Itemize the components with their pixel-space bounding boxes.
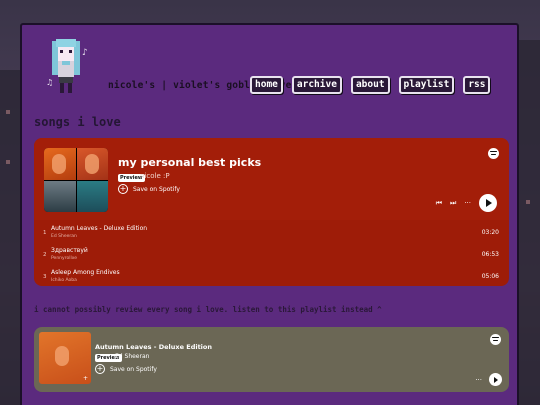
section-heading: songs i love: [34, 115, 121, 129]
track-name: Asleep Among Endives: [51, 269, 120, 276]
background-window: [6, 160, 10, 164]
cover-tile: [44, 148, 76, 180]
track-artist: Ed Sheeran: [51, 234, 77, 239]
track-title[interactable]: Autumn Leaves - Deluxe Edition: [95, 343, 212, 351]
more-options-button[interactable]: ···: [475, 376, 482, 384]
save-on-spotify-button[interactable]: + Save on Spotify: [95, 364, 157, 374]
playlist-cover-art[interactable]: [44, 148, 108, 212]
play-button[interactable]: [479, 194, 497, 212]
background-window: [6, 110, 10, 114]
nav-about[interactable]: about: [350, 76, 390, 94]
save-label: Save on Spotify: [110, 365, 157, 373]
playback-controls: ···: [475, 373, 502, 386]
spotify-track-embed: + Autumn Leaves - Deluxe Edition Preview…: [34, 327, 509, 392]
nav-playlist[interactable]: playlist: [398, 76, 455, 94]
track-row[interactable]: 1 Autumn Leaves - Deluxe Edition Ed Shee…: [34, 222, 509, 244]
track-artist: Pennyrollxe: [51, 256, 77, 261]
track-name: Здравствуй: [51, 247, 88, 254]
previous-track-icon[interactable]: ⏮: [436, 199, 442, 208]
playlist-owner[interactable]: nicole :P: [140, 172, 170, 180]
spotify-logo-icon[interactable]: [490, 334, 501, 345]
save-label: Save on Spotify: [133, 185, 180, 193]
nav-archive[interactable]: archive: [291, 76, 342, 94]
svg-text:♫: ♫: [46, 78, 53, 87]
cover-tile: [44, 180, 76, 212]
add-icon: +: [95, 364, 105, 374]
play-button[interactable]: [489, 373, 502, 386]
nav-rss[interactable]: rss: [463, 76, 491, 94]
cover-mark: +: [82, 375, 88, 382]
cover-tile: [76, 180, 108, 212]
svg-text:♪: ♪: [82, 48, 88, 58]
background-building: [0, 70, 20, 405]
add-icon: +: [118, 184, 128, 194]
playlist-title[interactable]: my personal best picks: [118, 156, 261, 169]
save-on-spotify-button[interactable]: + Save on Spotify: [118, 184, 180, 194]
review-note: i cannot possibly review every song i lo…: [34, 305, 382, 314]
track-duration: 05:06: [481, 273, 499, 280]
spotify-playlist-embed: my personal best picks Preview nicole :P…: [34, 138, 509, 286]
main-panel: ♪ ♫ nicole's | violet's goblin cove home…: [20, 23, 519, 405]
background-window: [526, 200, 530, 204]
track-artist[interactable]: Ed Sheeran: [115, 353, 149, 360]
track-row[interactable]: 2 Здравствуй Pennyrollxe 06:53: [34, 244, 509, 266]
cover-tile: [76, 148, 108, 180]
playback-controls: ⏮ ⏭ ···: [436, 194, 497, 212]
track-duration: 06:53: [481, 251, 499, 258]
background-building: [519, 40, 540, 405]
track-list: 1 Autumn Leaves - Deluxe Edition Ed Shee…: [34, 222, 509, 286]
track-cover-art[interactable]: +: [39, 332, 91, 384]
next-track-icon[interactable]: ⏭: [450, 199, 456, 208]
track-artist: Ichiko Aoba: [51, 278, 77, 283]
track-row[interactable]: 3 Asleep Among Endives Ichiko Aoba 05:06: [34, 266, 509, 286]
nav-home[interactable]: home: [250, 76, 283, 94]
track-number: 1: [43, 230, 47, 236]
track-number: 3: [43, 274, 47, 280]
track-duration: 03:20: [481, 229, 499, 236]
track-name: Autumn Leaves - Deluxe Edition: [51, 225, 148, 232]
more-options-button[interactable]: ···: [464, 199, 471, 207]
spotify-logo-icon[interactable]: [488, 148, 499, 159]
track-number: 2: [43, 252, 47, 258]
top-nav: home archive about playlist rss: [250, 76, 491, 94]
mascot-avatar: ♪ ♫: [46, 39, 88, 93]
